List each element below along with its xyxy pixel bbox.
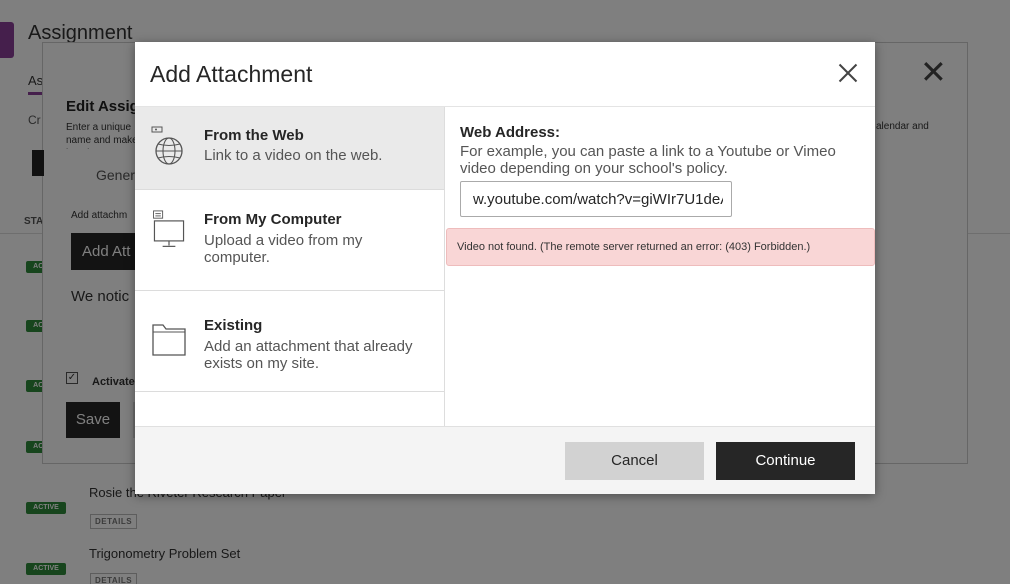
- modal-header: Add Attachment: [135, 42, 875, 106]
- error-message: Video not found. (The remote server retu…: [446, 228, 875, 266]
- modal-title: Add Attachment: [150, 61, 313, 87]
- source-subtitle: Link to a video on the web.: [204, 147, 383, 164]
- modal-body: From the Web Link to a video on the web.…: [135, 106, 875, 427]
- close-icon[interactable]: [835, 61, 861, 87]
- modal-footer: Cancel Continue: [135, 426, 875, 494]
- continue-button[interactable]: Continue: [716, 442, 855, 480]
- source-title: Existing: [204, 317, 263, 334]
- sidebar-divider: [135, 391, 444, 392]
- add-attachment-modal: Add Attachment From the Web Link to a vi…: [135, 42, 875, 494]
- source-subtitle: Upload a video from my computer.: [204, 232, 363, 266]
- globe-icon: [151, 126, 183, 165]
- web-address-panel: Web Address: For example, you can paste …: [446, 107, 875, 427]
- source-from-web[interactable]: From the Web Link to a video on the web.: [135, 107, 444, 189]
- source-existing[interactable]: Existing Add an attachment that already …: [135, 291, 444, 391]
- computer-icon: [153, 210, 185, 247]
- source-subtitle: Add an attachment that already exists on…: [204, 338, 413, 372]
- source-title: From the Web: [204, 127, 304, 144]
- web-address-label: Web Address:: [460, 124, 561, 141]
- cancel-button[interactable]: Cancel: [565, 442, 704, 480]
- web-address-input[interactable]: [460, 181, 732, 217]
- source-sidebar: From the Web Link to a video on the web.…: [135, 107, 445, 427]
- web-address-hint: For example, you can paste a link to a Y…: [460, 143, 836, 177]
- source-title: From My Computer: [204, 211, 342, 228]
- folder-icon: [152, 324, 186, 356]
- source-from-computer[interactable]: From My Computer Upload a video from my …: [135, 190, 444, 290]
